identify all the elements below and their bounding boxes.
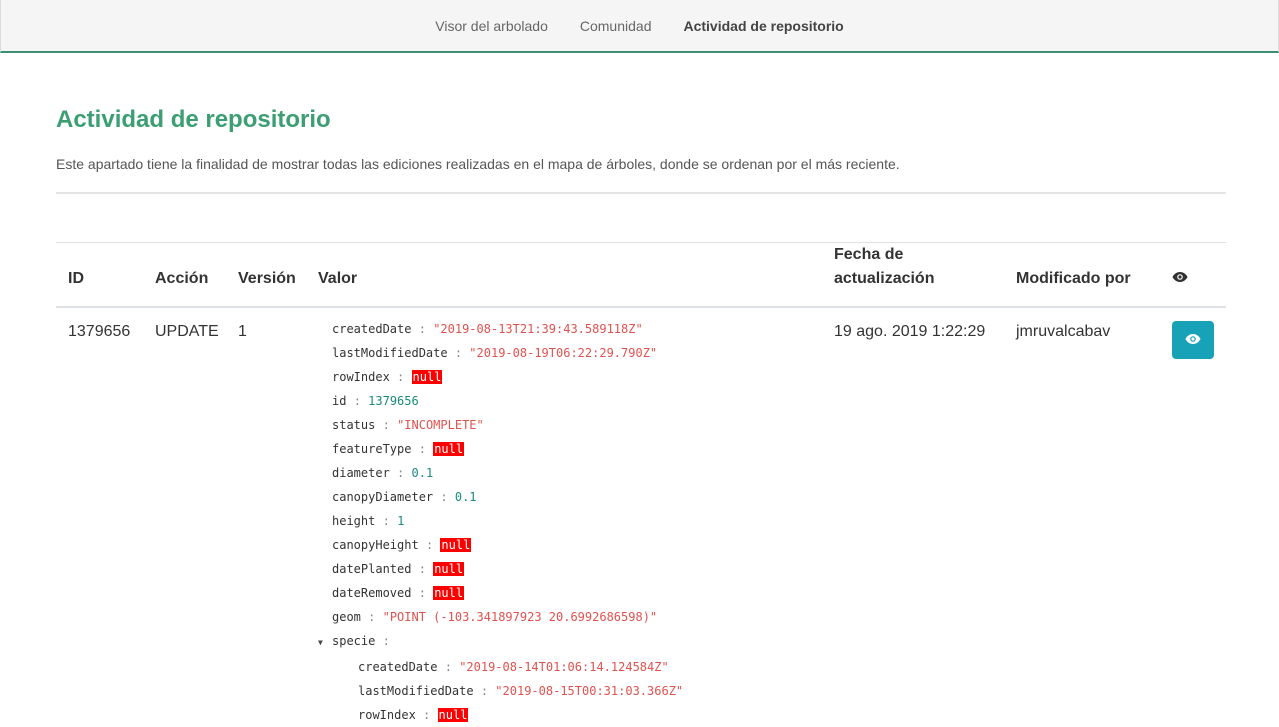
- json-value: "INCOMPLETE": [397, 418, 484, 432]
- divider: [56, 192, 1226, 194]
- json-value: "2019-08-15T00:31:03.366Z": [495, 684, 684, 698]
- table-row: 1379656 UPDATE 1 createdDate : "2019-08-…: [56, 307, 1226, 727]
- header-date-line1: Fecha de: [834, 246, 904, 263]
- json-entry: diameter : 0.1: [332, 466, 434, 480]
- json-value: 0.1: [411, 466, 434, 480]
- nav-comunidad[interactable]: Comunidad: [580, 18, 652, 34]
- json-value: 0.1: [454, 490, 477, 504]
- json-null: null: [437, 708, 469, 722]
- header-date-line2: actualización: [834, 270, 935, 287]
- cell-modified-by: jmruvalcabav: [1016, 323, 1111, 340]
- json-entry: status : "INCOMPLETE": [332, 418, 484, 432]
- header-action: Acción: [143, 242, 226, 308]
- cell-value: createdDate : "2019-08-13T21:39:43.58911…: [306, 307, 822, 727]
- header-id: ID: [56, 242, 143, 308]
- cell-id: 1379656: [68, 323, 131, 340]
- header-modified-by: Modificado por: [1004, 242, 1160, 308]
- json-null: null: [433, 562, 465, 576]
- json-value: "2019-08-19T06:22:29.790Z": [469, 346, 658, 360]
- cell-action: UPDATE: [155, 323, 219, 340]
- json-entry: featureType : null: [332, 442, 465, 456]
- activity-table: ID Acción Versión Valor Fecha de actualiz…: [56, 242, 1226, 727]
- json-null: null: [411, 370, 443, 384]
- json-entry: geom : "POINT (-103.341897923 20.6992686…: [332, 610, 658, 624]
- json-value: "POINT (-103.341897923 20.6992686598)": [382, 610, 658, 624]
- header-date: Fecha de actualización: [822, 242, 1004, 308]
- nav-visor-arbolado[interactable]: Visor del arbolado: [435, 18, 548, 34]
- header-version: Versión: [226, 242, 306, 308]
- page-description: Este apartado tiene la finalidad de most…: [56, 156, 900, 172]
- json-value: "2019-08-14T01:06:14.124584Z": [459, 660, 669, 674]
- cell-version: 1: [238, 323, 247, 340]
- json-entry: rowIndex : null: [358, 708, 469, 722]
- json-entry: canopyDiameter : 0.1: [332, 490, 477, 504]
- json-entry: datePlanted : null: [332, 562, 465, 576]
- json-entry: createdDate : "2019-08-14T01:06:14.12458…: [358, 660, 669, 674]
- top-navigation: Visor del arbolado Comunidad Actividad d…: [0, 0, 1279, 53]
- json-nested-specie: createdDate : "2019-08-14T01:06:14.12458…: [332, 655, 810, 727]
- table-header-row: ID Acción Versión Valor Fecha de actualiz…: [56, 242, 1226, 308]
- nav-actividad-repositorio[interactable]: Actividad de repositorio: [683, 18, 843, 34]
- header-value: Valor: [306, 242, 822, 308]
- json-entry: lastModifiedDate : "2019-08-19T06:22:29.…: [332, 346, 658, 360]
- header-view: [1160, 242, 1226, 308]
- json-entry-specie[interactable]: ▼ specie :: [318, 629, 810, 655]
- json-entry: lastModifiedDate : "2019-08-15T00:31:03.…: [358, 684, 684, 698]
- json-entry: canopyHeight : null: [332, 538, 472, 552]
- cell-date: 19 ago. 2019 1:22:29: [834, 323, 986, 340]
- eye-icon: [1172, 270, 1188, 287]
- json-viewer: createdDate : "2019-08-13T21:39:43.58911…: [318, 317, 810, 727]
- eye-icon: [1185, 333, 1201, 348]
- json-null: null: [440, 538, 472, 552]
- json-null: null: [433, 442, 465, 456]
- page-title: Actividad de repositorio: [56, 106, 331, 133]
- json-value: 1: [397, 514, 405, 528]
- json-null: null: [433, 586, 465, 600]
- view-button[interactable]: [1172, 321, 1214, 359]
- main-content: Actividad de repositorio Este apartado t…: [0, 53, 1279, 727]
- cell-view: [1160, 307, 1226, 727]
- json-entry: createdDate : "2019-08-13T21:39:43.58911…: [332, 322, 643, 336]
- json-value: "2019-08-13T21:39:43.589118Z": [433, 322, 643, 336]
- json-value: 1379656: [368, 394, 419, 408]
- caret-down-icon[interactable]: ▼: [318, 631, 332, 655]
- json-entry: rowIndex : null: [332, 370, 443, 384]
- json-entry: dateRemoved : null: [332, 586, 465, 600]
- json-entry: id : 1379656: [332, 394, 419, 408]
- json-key-specie: specie: [332, 634, 376, 648]
- json-entry: height : 1: [332, 514, 405, 528]
